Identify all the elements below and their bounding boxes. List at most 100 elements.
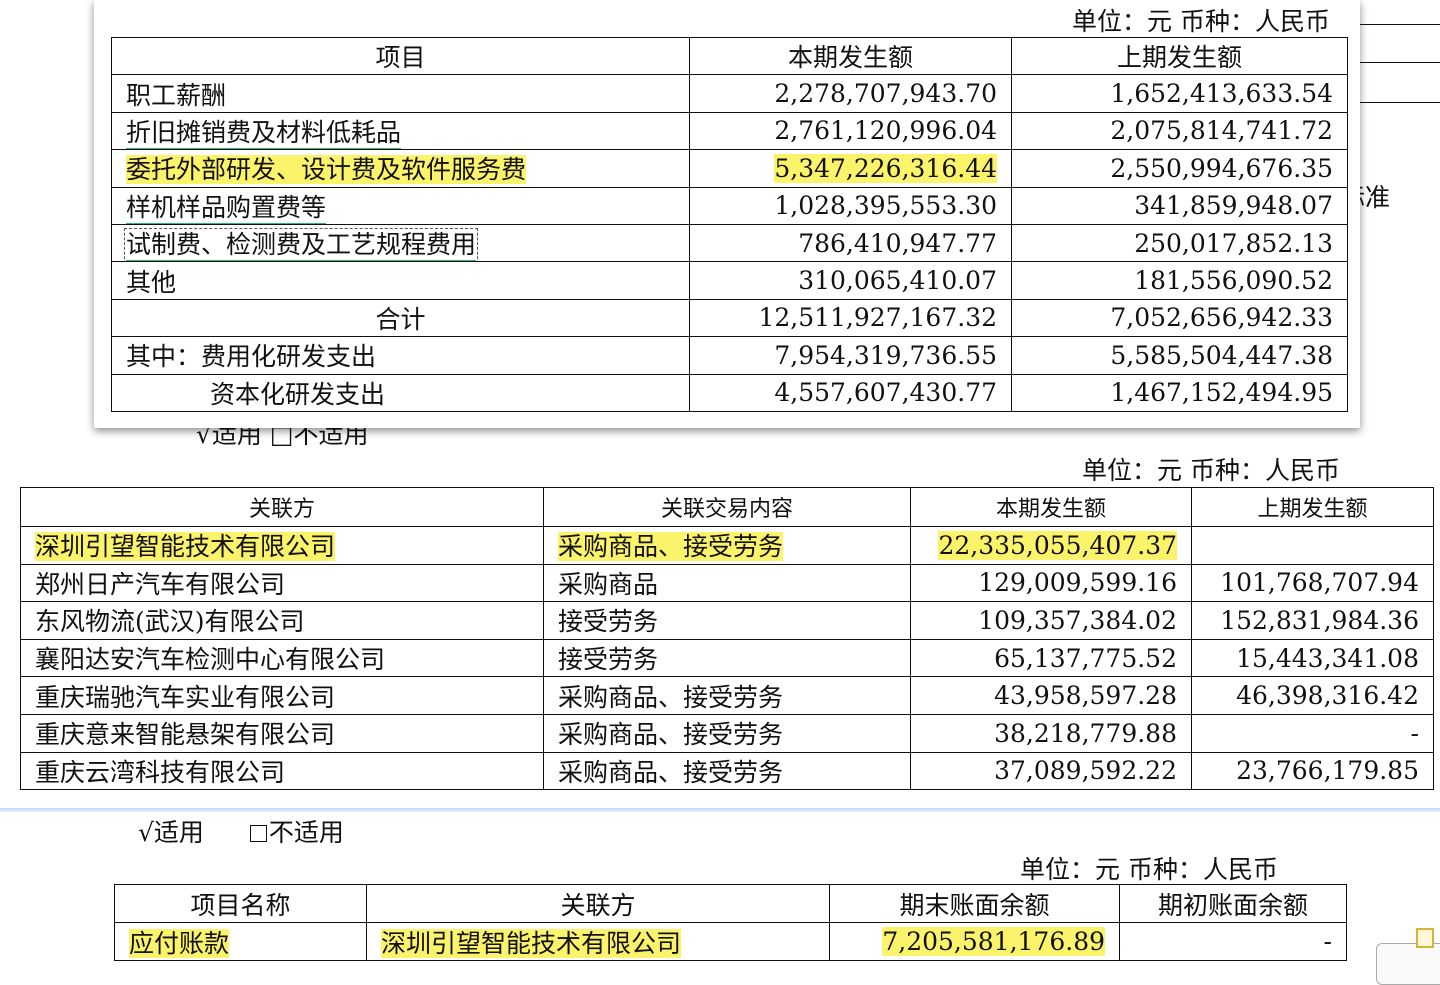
table-row: 重庆云湾科技有限公司 采购商品、接受劳务 37,089,592.22 23,76… (20, 751, 1434, 791)
prior-amount-cell: 2,550,994,676.35 (1011, 149, 1348, 188)
item-cell: 其中：费用化研发支出 (111, 336, 690, 375)
column-header: 关联交易内容 (543, 487, 911, 527)
current-amount-cell: 12,511,927,167.32 (689, 298, 1012, 338)
highlighted-text: 深圳引望智能技术有限公司 (35, 532, 336, 562)
content-cell: 接受劳务 (543, 601, 911, 640)
current-amount-cell: 22,335,055,407.37 (910, 526, 1192, 565)
floating-widget[interactable] (1376, 943, 1440, 985)
prior-amount-cell: 7,052,656,942.33 (1011, 298, 1348, 338)
item-cell: 委托外部研发、设计费及软件服务费 (111, 149, 690, 188)
prior-amount-cell: 181,556,090.52 (1011, 261, 1348, 300)
current-amount-cell: 1,028,395,553.30 (689, 186, 1012, 225)
current-amount-cell: 65,137,775.52 (910, 638, 1192, 678)
table-row-highlighted: 委托外部研发、设计费及软件服务费 5,347,226,316.44 2,550,… (111, 149, 1348, 188)
table-row: 试制费、检测费及工艺规程费用 786,410,947.77 250,017,85… (111, 223, 1348, 263)
column-header: 期初账面余额 (1119, 884, 1347, 923)
current-amount-cell: 5,347,226,316.44 (689, 149, 1012, 188)
prior-amount-cell: 101,768,707.94 (1191, 563, 1434, 603)
unchecked-box-icon (249, 825, 267, 842)
rd-expense-card: 单位：元 币种：人民币 项目 本期发生额 上期发生额 职工薪酬 2,278,70… (94, 0, 1360, 428)
item-cell: 资本化研发支出 (111, 373, 690, 412)
table-header-row: 项目名称 关联方 期末账面余额 期初账面余额 (114, 884, 1347, 923)
highlighted-text: 应付账款 (129, 928, 230, 958)
content-cell: 采购商品、接受劳务 (543, 676, 911, 715)
current-amount-cell: 7,954,319,736.55 (689, 336, 1012, 375)
table-row: 襄阳达安汽车检测中心有限公司 接受劳务 65,137,775.52 15,443… (20, 638, 1434, 678)
prior-amount-cell: 341,859,948.07 (1011, 186, 1348, 225)
selected-text: 试制费、检测费及工艺规程费用 (123, 228, 479, 261)
table-row: 样机样品购置费等 1,028,395,553.30 341,859,948.07 (111, 186, 1348, 225)
column-header: 项目名称 (114, 884, 367, 923)
current-amount-cell: 2,278,707,943.70 (689, 74, 1012, 113)
prior-amount-cell: 46,398,316.42 (1191, 676, 1434, 715)
table-row: 郑州日产汽车有限公司 采购商品 129,009,599.16 101,768,7… (20, 563, 1434, 603)
prior-amount-cell: 23,766,179.85 (1191, 751, 1434, 791)
unit-label: 单位：元 币种：人民币 (1020, 855, 1278, 884)
related-party-table: 关联方 关联交易内容 本期发生额 上期发生额 深圳引望智能技术有限公司 采购商品… (20, 487, 1434, 791)
table-header-row: 项目 本期发生额 上期发生额 (111, 36, 1348, 76)
highlighted-text: 深圳引望智能技术有限公司 (381, 928, 682, 958)
column-header: 上期发生额 (1191, 487, 1434, 527)
table-row: 职工薪酬 2,278,707,943.70 1,652,413,633.54 (111, 74, 1348, 113)
current-amount-cell: 109,357,384.02 (910, 601, 1192, 640)
current-amount-cell: 37,089,592.22 (910, 751, 1192, 791)
table-row: 重庆瑞驰汽车实业有限公司 采购商品、接受劳务 43,958,597.28 46,… (20, 676, 1434, 715)
item-cell: 试制费、检测费及工艺规程费用 (111, 223, 690, 263)
party-cell: 重庆瑞驰汽车实业有限公司 (20, 676, 544, 715)
table-row: 其他 310,065,410.07 181,556,090.52 (111, 261, 1348, 300)
column-header: 期末账面余额 (829, 884, 1120, 923)
not-applicable-option: 不适用 (268, 818, 344, 847)
content-cell: 采购商品、接受劳务 (543, 526, 911, 565)
prior-amount-cell: 1,652,413,633.54 (1011, 74, 1348, 113)
rd-expense-table: 项目 本期发生额 上期发生额 职工薪酬 2,278,707,943.70 1,6… (111, 36, 1348, 412)
background-rule (1360, 102, 1440, 103)
table-row-total: 合计 12,511,927,167.32 7,052,656,942.33 (111, 298, 1348, 338)
item-cell: 合计 (111, 298, 690, 338)
opening-balance-cell: - (1119, 922, 1347, 961)
applicability-options: √适用 不适用 (138, 813, 344, 849)
content-cell: 接受劳务 (543, 638, 911, 678)
applicable-option: √适用 (138, 818, 204, 847)
table-row: 东风物流(武汉)有限公司 接受劳务 109,357,384.02 152,831… (20, 601, 1434, 640)
page-break-divider (0, 808, 1440, 812)
current-amount-cell: 4,557,607,430.77 (689, 373, 1012, 412)
payables-table: 项目名称 关联方 期末账面余额 期初账面余额 应付账款 深圳引望智能技术有限公司… (114, 884, 1347, 961)
table-row: 资本化研发支出 4,557,607,430.77 1,467,152,494.9… (111, 373, 1348, 412)
prior-amount-cell (1191, 526, 1434, 565)
underlined-text: 样机样品购置费等 (126, 192, 327, 224)
highlighted-text: 5,347,226,316.44 (774, 153, 997, 183)
column-header: 关联方 (366, 884, 830, 923)
table-row: 重庆意来智能悬架有限公司 采购商品、接受劳务 38,218,779.88 - (20, 713, 1434, 753)
party-cell: 重庆云湾科技有限公司 (20, 751, 544, 791)
prior-amount-cell: 152,831,984.36 (1191, 601, 1434, 640)
ending-balance-cell: 7,205,581,176.89 (829, 922, 1120, 961)
content-cell: 采购商品、接受劳务 (543, 713, 911, 753)
party-cell: 东风物流(武汉)有限公司 (20, 601, 544, 640)
current-amount-cell: 43,958,597.28 (910, 676, 1192, 715)
party-cell: 深圳引望智能技术有限公司 (366, 922, 830, 961)
item-cell: 折旧摊销费及材料低耗品 (111, 111, 690, 151)
prior-amount-cell: 2,075,814,741.72 (1011, 111, 1348, 151)
column-header: 本期发生额 (689, 36, 1012, 76)
background-rule (1360, 24, 1440, 25)
prior-amount-cell: 1,467,152,494.95 (1011, 373, 1348, 412)
prior-amount-cell: 250,017,852.13 (1011, 223, 1348, 263)
party-cell: 郑州日产汽车有限公司 (20, 563, 544, 603)
party-cell: 襄阳达安汽车检测中心有限公司 (20, 638, 544, 678)
current-amount-cell: 786,410,947.77 (689, 223, 1012, 263)
item-cell: 职工薪酬 (111, 74, 690, 113)
column-header: 上期发生额 (1011, 36, 1348, 76)
highlighted-text: 采购商品、接受劳务 (558, 532, 784, 562)
column-header: 项目 (111, 36, 690, 76)
item-cell: 样机样品购置费等 (111, 186, 690, 225)
table-row: 其中：费用化研发支出 7,954,319,736.55 5,585,504,44… (111, 336, 1348, 375)
item-cell: 应付账款 (114, 922, 367, 961)
unit-label: 单位：元 币种：人民币 (1082, 456, 1340, 485)
content-cell: 采购商品 (543, 563, 911, 603)
highlighted-text: 7,205,581,176.89 (882, 927, 1105, 956)
background-rule (1360, 62, 1440, 63)
table-row-highlighted: 深圳引望智能技术有限公司 采购商品、接受劳务 22,335,055,407.37 (20, 526, 1434, 565)
current-amount-cell: 38,218,779.88 (910, 713, 1192, 753)
note-icon[interactable] (1416, 928, 1434, 948)
table-row-highlighted: 应付账款 深圳引望智能技术有限公司 7,205,581,176.89 - (114, 922, 1347, 961)
